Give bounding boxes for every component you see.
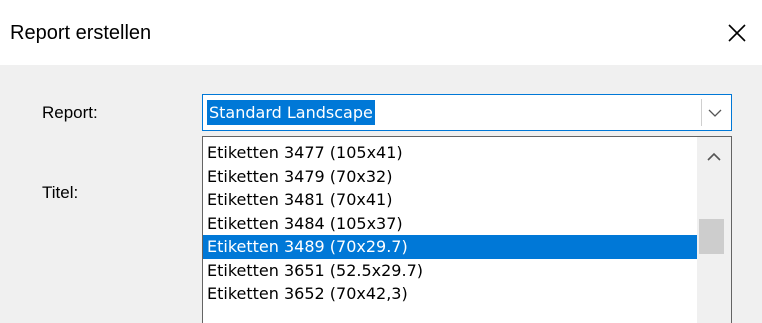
list-item[interactable]: Etiketten 3481 (70x41): [203, 188, 699, 212]
report-label: Report:: [42, 103, 98, 122]
report-combobox-value: Standard Landscape: [207, 100, 375, 125]
list-item[interactable]: Etiketten 3651 (52.5x29.7): [203, 259, 699, 283]
list-item[interactable]: Etiketten 3484 (105x37): [203, 212, 699, 236]
list-item[interactable]: Etiketten 3479 (70x32): [203, 165, 699, 189]
chevron-down-icon: [708, 109, 722, 117]
close-icon: [728, 24, 746, 42]
dropdown-scrollbar[interactable]: [697, 137, 731, 323]
scroll-up-button[interactable]: [697, 142, 731, 172]
list-item[interactable]: Etiketten 3477 (105x41): [203, 141, 699, 165]
chevron-up-icon: [707, 152, 721, 161]
close-button[interactable]: [712, 10, 762, 56]
dropdown-items: Etiketten 3477 (105x41) Etiketten 3479 (…: [203, 141, 699, 306]
combobox-dropdown-button[interactable]: [701, 99, 728, 126]
report-combobox[interactable]: Standard Landscape: [202, 94, 732, 131]
scroll-thumb[interactable]: [699, 219, 724, 254]
list-item-selected[interactable]: Etiketten 3489 (70x29.7): [203, 235, 699, 259]
list-item[interactable]: Etiketten 3652 (70x42,3): [203, 282, 699, 306]
report-dialog: Report erstellen Report: Titel: Standard…: [0, 0, 762, 323]
window-title: Report erstellen: [10, 22, 152, 44]
titel-label: Titel:: [42, 183, 79, 202]
title-bar: Report erstellen: [0, 0, 762, 65]
report-dropdown-list[interactable]: Etiketten 3477 (105x41) Etiketten 3479 (…: [202, 136, 732, 323]
